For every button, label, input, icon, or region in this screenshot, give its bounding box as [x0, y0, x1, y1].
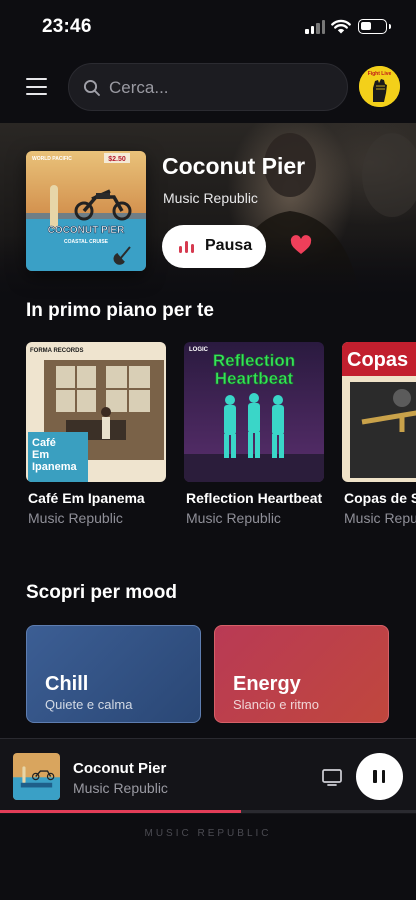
status-bar: 23:46: [0, 0, 416, 54]
cellular-signal-icon: [305, 20, 325, 34]
featured-heading: In primo piano per te: [26, 300, 214, 321]
card-title: Café Em Ipanema: [28, 490, 145, 506]
hero-title: Coconut Pier: [162, 153, 306, 179]
pause-button[interactable]: Pausa: [162, 225, 266, 268]
album-art: Café Em Ipanema FORMA RECORDS: [26, 342, 166, 482]
mood-title: Chill: [45, 673, 89, 695]
search-input[interactable]: Cerca...: [68, 63, 348, 111]
svg-text:Heartbeat: Heartbeat: [215, 369, 294, 388]
svg-text:$2.50: $2.50: [108, 156, 126, 163]
app-screen: 23:46 Cerca... Fight Live WORLD PACIFIC …: [0, 0, 416, 900]
album-card-cafe-em-ipanema[interactable]: Café Em Ipanema FORMA RECORDS Café Em Ip…: [26, 342, 166, 526]
pause-icon[interactable]: [356, 753, 403, 800]
heart-icon[interactable]: [290, 235, 312, 255]
cast-device-icon[interactable]: [322, 769, 342, 786]
search-placeholder: Cerca...: [109, 78, 169, 97]
mood-subtitle: Slancio e ritmo: [233, 697, 319, 712]
wifi-icon: [331, 19, 351, 34]
status-time: 23:46: [42, 16, 92, 37]
album-art-coconut-pier: WORLD PACIFIC $2.50 COCONUT PIER COASTAL…: [26, 151, 146, 271]
album-art: Reflection Heartbeat LOGIC: [184, 342, 324, 482]
playback-progress[interactable]: [0, 810, 416, 813]
svg-text:Café: Café: [32, 437, 56, 449]
card-artist: Music Republic: [186, 510, 281, 526]
footer-brand: MUSIC REPUBLIC: [144, 828, 272, 839]
avatar[interactable]: Fight Live: [359, 66, 400, 107]
menu-icon[interactable]: [26, 78, 48, 96]
album-card-copas-de-sal[interactable]: Copas Copas de Sal Music Republic: [342, 342, 416, 526]
featured-carousel[interactable]: Café Em Ipanema FORMA RECORDS Café Em Ip…: [0, 342, 416, 532]
svg-text:WORLD PACIFIC: WORLD PACIFIC: [32, 156, 72, 162]
svg-text:COCONUT PIER: COCONUT PIER: [48, 225, 125, 236]
hero-album-art[interactable]: WORLD PACIFIC $2.50 COCONUT PIER COASTAL…: [26, 151, 146, 271]
player-artist: Music Republic: [73, 780, 168, 796]
mini-player[interactable]: Coconut Pier Music Republic: [0, 738, 416, 814]
svg-text:Fight Live: Fight Live: [368, 71, 392, 77]
svg-text:COASTAL CRUISE: COASTAL CRUISE: [64, 239, 109, 245]
hero-artist[interactable]: Music Republic: [163, 190, 258, 206]
pause-label: Pausa: [205, 237, 253, 254]
player-title: Coconut Pier: [73, 760, 167, 777]
card-artist: Music Republic: [344, 510, 416, 526]
album-art: Copas: [342, 342, 416, 482]
player-album-art[interactable]: [13, 753, 60, 800]
moods-heading: Scopri per mood: [26, 582, 177, 603]
battery-icon: [358, 19, 391, 34]
equalizer-icon: [179, 241, 195, 253]
album-card-reflection-heartbeat[interactable]: Reflection Heartbeat LOGIC Reflection He…: [184, 342, 324, 526]
fist-logo-icon: Fight Live: [359, 66, 400, 107]
card-title: Copas de Sal: [344, 490, 416, 506]
search-icon: [83, 79, 100, 96]
mood-card-chill[interactable]: Chill Quiete e calma: [26, 625, 201, 723]
svg-text:Reflection: Reflection: [213, 351, 295, 370]
card-title: Reflection Heartbeat: [186, 490, 323, 506]
svg-text:Ipanema: Ipanema: [32, 461, 78, 473]
mood-card-energy[interactable]: Energy Slancio e ritmo: [214, 625, 389, 723]
card-artist: Music Republic: [28, 510, 123, 526]
playback-progress-fill: [0, 810, 242, 813]
mood-subtitle: Quiete e calma: [45, 697, 133, 712]
svg-text:FORMA RECORDS: FORMA RECORDS: [30, 348, 83, 354]
svg-text:Copas: Copas: [347, 349, 408, 371]
svg-text:Em: Em: [32, 449, 49, 461]
mood-title: Energy: [233, 673, 301, 695]
svg-text:LOGIC: LOGIC: [189, 347, 209, 353]
